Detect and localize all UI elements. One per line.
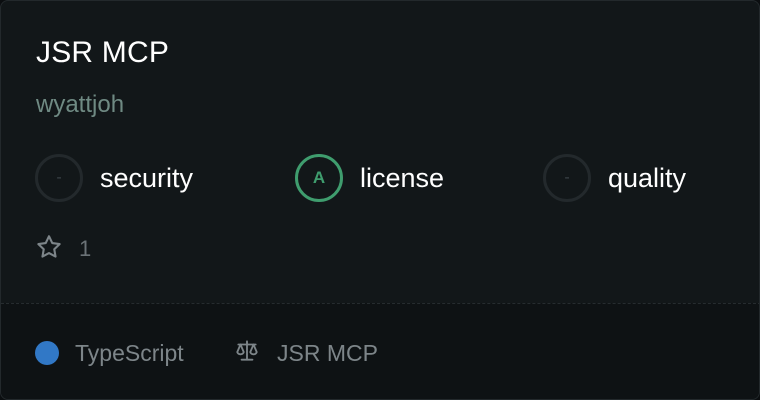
license-grade-ring: A xyxy=(295,154,343,202)
card-footer: TypeScript JSR MCP xyxy=(1,303,759,399)
quality-grade-ring: - xyxy=(543,154,591,202)
server-card[interactable]: JSR MCP wyattjoh - security A license - … xyxy=(0,0,760,400)
security-grade-ring: - xyxy=(35,154,83,202)
security-score: - security xyxy=(35,154,193,202)
quality-label: quality xyxy=(608,162,687,193)
quality-score: - quality xyxy=(543,154,686,202)
card-title[interactable]: JSR MCP xyxy=(36,35,169,71)
star-count-value: 1 xyxy=(79,236,92,261)
star-count: 1 xyxy=(35,233,91,265)
license-name: JSR MCP xyxy=(277,339,378,366)
license-tag: JSR MCP xyxy=(233,340,378,366)
scale-icon xyxy=(233,338,261,369)
language-color-dot xyxy=(35,341,59,365)
security-label: security xyxy=(100,162,194,193)
license-label: license xyxy=(360,162,445,193)
license-score: A license xyxy=(295,154,444,202)
star-outline-icon xyxy=(35,233,63,266)
author-name[interactable]: wyattjoh xyxy=(36,90,124,120)
language-tag: TypeScript xyxy=(35,340,184,366)
language-label: TypeScript xyxy=(75,339,184,366)
